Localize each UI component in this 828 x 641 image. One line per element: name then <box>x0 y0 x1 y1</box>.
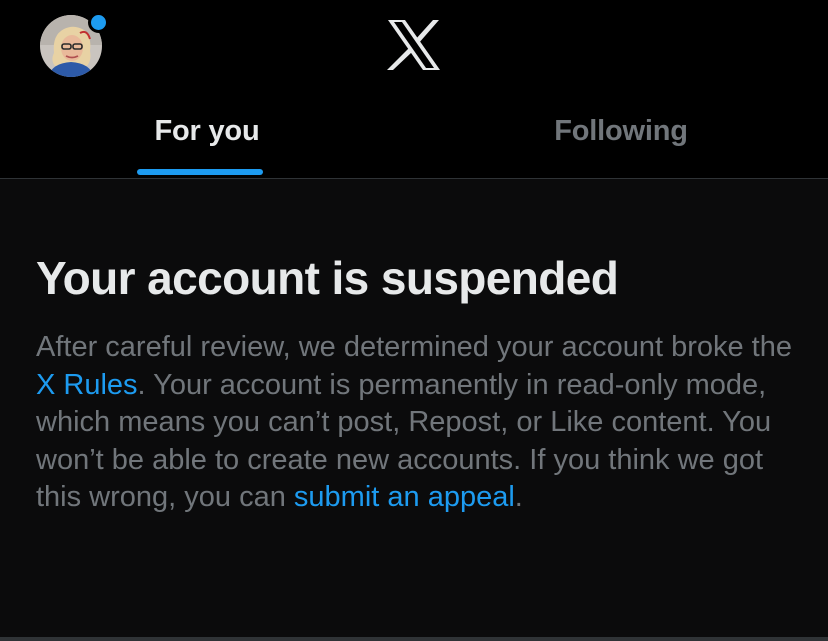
tab-following[interactable]: Following <box>414 95 828 178</box>
timeline-tabs: For you Following <box>0 95 828 178</box>
notification-dot-icon <box>88 12 109 33</box>
notice-body: After careful review, we determined your… <box>36 329 796 517</box>
tab-label-following: Following <box>554 115 688 147</box>
bottom-divider <box>0 637 828 641</box>
notice-body-part1: After careful review, we determined your… <box>36 331 792 363</box>
suspension-notice: Your account is suspended After careful … <box>0 179 828 637</box>
tab-label-for-you: For you <box>154 115 260 147</box>
submit-appeal-link[interactable]: submit an appeal <box>294 481 515 513</box>
notice-body-part3: . <box>514 481 523 514</box>
profile-avatar[interactable] <box>40 12 109 77</box>
tab-for-you[interactable]: For you <box>0 95 414 178</box>
notice-title: Your account is suspended <box>36 252 619 304</box>
x-logo-icon[interactable] <box>386 20 442 70</box>
x-rules-link[interactable]: X Rules <box>36 369 138 401</box>
top-header: For you Following <box>0 0 828 179</box>
active-tab-indicator <box>137 169 263 175</box>
